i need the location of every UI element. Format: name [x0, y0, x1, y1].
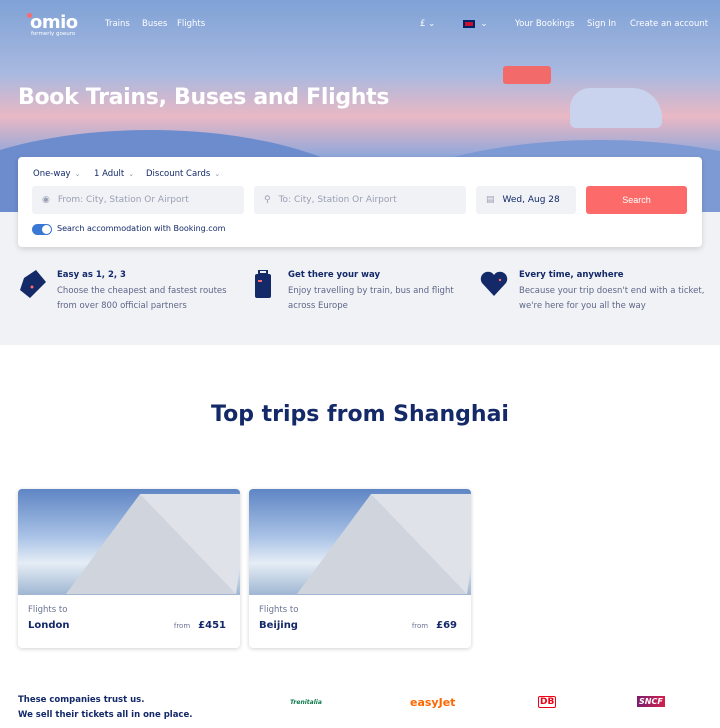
bus-illustration [503, 66, 551, 84]
nav-buses[interactable]: Buses [142, 19, 167, 29]
sncf-logo: SNCF [637, 696, 665, 707]
accommodation-toggle[interactable] [32, 224, 52, 235]
nav-trains[interactable]: Trains [105, 19, 130, 29]
trust-line-2: We sell their tickets all in one place. [18, 710, 193, 720]
top-trips-title: Top trips from Shanghai [211, 402, 509, 427]
train-illustration [570, 88, 662, 128]
feature-title: Easy as 1, 2, 3 [57, 270, 126, 280]
currency-selector[interactable]: £ ⌄ [420, 19, 435, 29]
search-form: One-way ⌄ 1 Adult ⌄ Discount Cards ⌄ ◉ From:… [18, 157, 702, 247]
ticket-icon [20, 270, 46, 298]
location-pin-icon: ⚲ [264, 195, 271, 205]
create-account-link[interactable]: Create an account [630, 19, 708, 29]
hero-title: Book Trains, Buses and Flights [18, 85, 390, 110]
easyjet-logo: easyJet [410, 696, 456, 709]
to-input[interactable]: ⚲ To: City, Station Or Airport [254, 186, 466, 214]
trip-price: from £451 [173, 620, 226, 631]
suitcase-icon [255, 270, 271, 298]
passengers-dropdown[interactable]: 1 Adult ⌄ [94, 169, 134, 179]
chevron-down-icon: ⌄ [128, 170, 135, 178]
from-input[interactable]: ◉ From: City, Station Or Airport [32, 186, 244, 214]
trip-type-dropdown[interactable]: One-way ⌄ [33, 169, 80, 179]
origin-circle-icon: ◉ [42, 195, 50, 205]
trust-text: These companies trust us. We sell their … [18, 693, 192, 723]
trip-image [18, 489, 240, 595]
formerly-goeuro: formerly goeuro [31, 31, 76, 37]
date-picker[interactable]: ▤ Wed, Aug 28 [476, 186, 576, 214]
your-bookings-link[interactable]: Your Bookings [515, 19, 575, 29]
trip-card-beijing[interactable]: Flights to Beijing from £69 [249, 489, 471, 648]
feature-title: Every time, anywhere [519, 270, 624, 280]
trip-city: London [28, 620, 70, 631]
db-logo: DB [538, 696, 557, 708]
feature-desc: Enjoy travelling by train, bus and fligh… [288, 286, 454, 311]
chevron-down-icon: ⌄ [480, 19, 488, 29]
chevron-down-icon: ⌄ [428, 19, 436, 29]
sign-in-link[interactable]: Sign In [587, 19, 616, 29]
calendar-icon: ▤ [486, 195, 495, 205]
trust-line-1: These companies trust us. [18, 695, 145, 705]
language-selector[interactable]: ⌄ [463, 19, 488, 29]
feature-title: Get there your way [288, 270, 381, 280]
feature-desc: Because your trip doesn't end with a tic… [519, 286, 705, 311]
currency-value: £ [420, 19, 426, 29]
feature-desc: Choose the cheapest and fastest routes f… [57, 286, 227, 311]
trenitalia-logo: Trenitalia [290, 699, 322, 706]
trip-price: from £69 [411, 620, 457, 631]
trip-image [249, 489, 471, 595]
discount-cards-dropdown[interactable]: Discount Cards ⌄ [146, 169, 220, 179]
omio-logo[interactable]: omio [27, 12, 78, 33]
trip-card-london[interactable]: Flights to London from £451 [18, 489, 240, 648]
heart-icon [480, 271, 508, 296]
search-button[interactable]: Search [586, 186, 687, 214]
trip-city: Beijing [259, 620, 298, 631]
chevron-down-icon: ⌄ [74, 170, 81, 178]
trip-label: Flights to [28, 605, 68, 615]
uk-flag-icon [463, 19, 475, 28]
nav-flights[interactable]: Flights [177, 19, 205, 29]
trip-label: Flights to [259, 605, 299, 615]
top-nav: omio formerly goeuro Trains Buses Flight… [0, 0, 720, 48]
accommodation-label: Search accommodation with Booking.com [57, 224, 226, 233]
chevron-down-icon: ⌄ [214, 170, 221, 178]
